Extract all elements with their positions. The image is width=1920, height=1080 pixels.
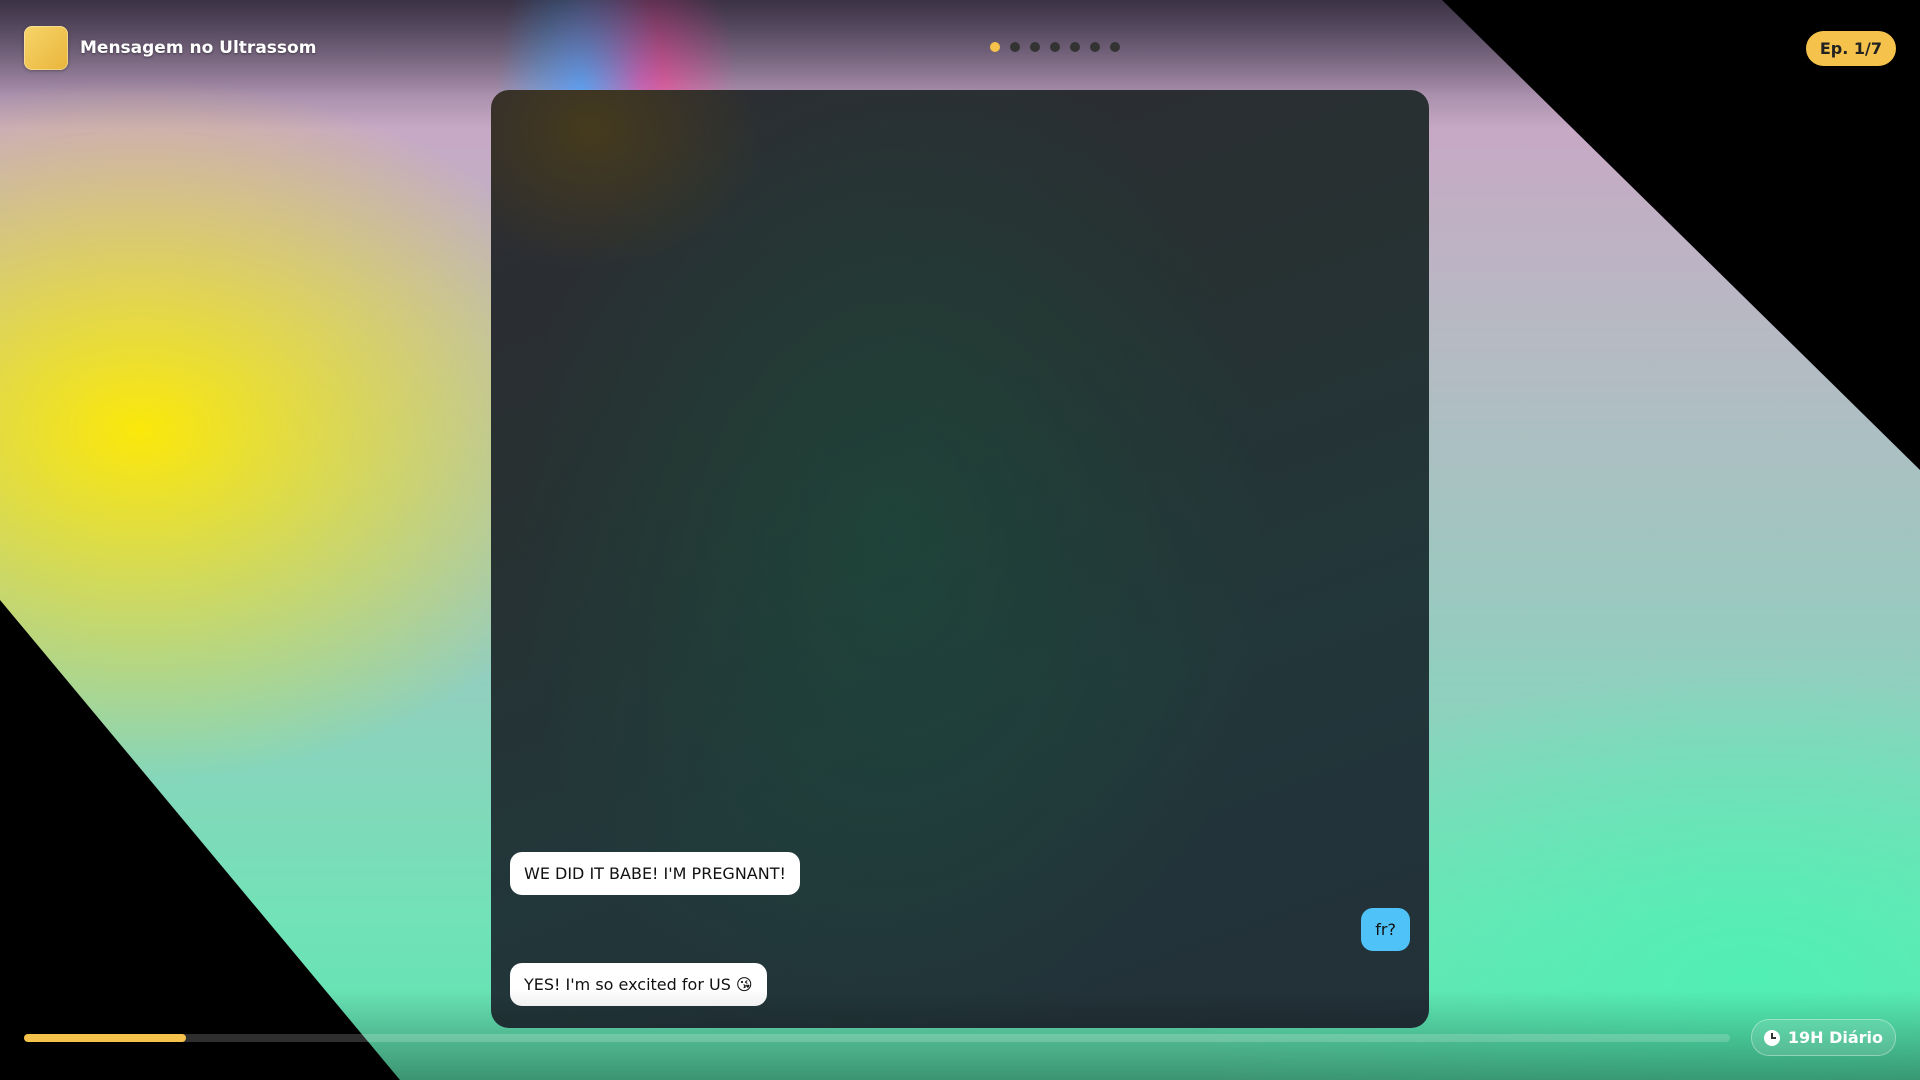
episode-dot[interactable]	[990, 42, 1000, 52]
timer-label: 19H Diário	[1787, 1028, 1883, 1047]
episode-dots	[990, 42, 1120, 52]
progress-fill	[24, 1034, 187, 1042]
episode-dot[interactable]	[1030, 42, 1040, 52]
episode-dot[interactable]	[1090, 42, 1100, 52]
clock-icon	[1763, 1029, 1780, 1046]
episode-dot[interactable]	[1070, 42, 1080, 52]
daily-timer-button[interactable]: 19H Diário	[1750, 1019, 1896, 1056]
episode-progress-bar[interactable]	[24, 1034, 1730, 1042]
message-outgoing: fr?	[1361, 908, 1410, 951]
top-bar: Mensagem no Ultrassom Ep. 1/7	[0, 0, 1920, 96]
episode-badge[interactable]: Ep. 1/7	[1805, 31, 1896, 66]
episode-dot[interactable]	[1010, 42, 1020, 52]
episode-dot[interactable]	[1110, 42, 1120, 52]
episode-dot[interactable]	[1050, 42, 1060, 52]
app-icon[interactable]	[24, 26, 68, 70]
chat-panel: WE DID IT BABE! I'M PREGNANT! fr? YES! I…	[491, 90, 1429, 1028]
story-stage: Mensagem no Ultrassom Ep. 1/7 WE DID IT …	[0, 0, 1920, 1080]
story-title: Mensagem no Ultrassom	[80, 38, 317, 58]
message-incoming: WE DID IT BABE! I'M PREGNANT!	[510, 852, 800, 895]
